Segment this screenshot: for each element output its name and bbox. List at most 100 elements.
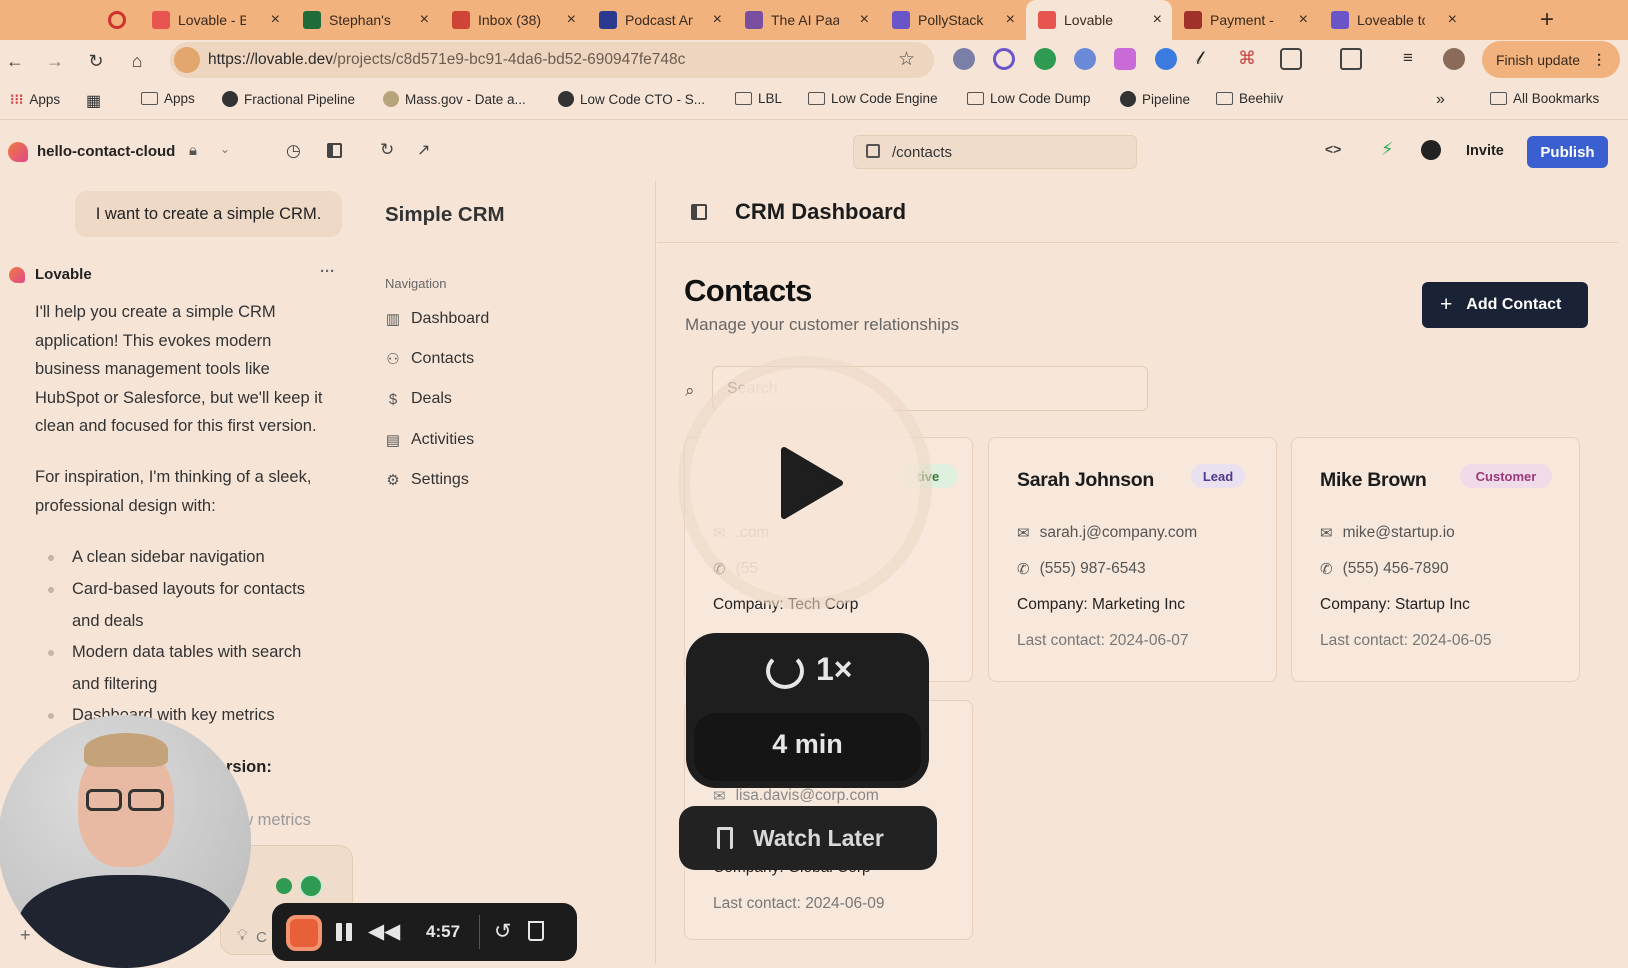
close-tab-icon[interactable]: ×	[567, 11, 576, 29]
tab-search-icon[interactable]	[1340, 48, 1362, 70]
person-shirt	[18, 875, 234, 968]
grammarly-icon[interactable]	[299, 874, 323, 898]
browser-tab[interactable]: Lovable ×	[1026, 0, 1172, 40]
nav-item-contacts[interactable]: ⚇ Contacts	[385, 350, 474, 368]
preview-path-input[interactable]: /contacts	[853, 135, 1137, 169]
sidebar-toggle-icon[interactable]	[691, 204, 707, 220]
new-tab-icon[interactable]: +	[1540, 6, 1554, 34]
nav-item-deals[interactable]: $ Deals	[385, 390, 452, 408]
bookmark-label: Pipeline	[1142, 91, 1191, 107]
close-tab-icon[interactable]: ×	[713, 11, 722, 29]
rewind-icon[interactable]: ◀◀	[368, 919, 400, 944]
more-bookmarks-icon[interactable]: »	[1436, 91, 1445, 109]
extension-icon[interactable]: ⌘	[1238, 48, 1260, 70]
github-icon[interactable]	[1421, 140, 1441, 160]
extension-icon[interactable]	[953, 48, 975, 70]
play-icon[interactable]	[780, 446, 844, 520]
delete-icon[interactable]	[528, 921, 544, 941]
extension-icon[interactable]	[993, 48, 1015, 70]
site-info-icon[interactable]	[174, 47, 200, 73]
assistant-paragraph: For inspiration, I'm thinking of a sleek…	[35, 463, 345, 520]
finish-update-button[interactable]: Finish update ⋮	[1482, 41, 1620, 78]
text-line: business management tools like	[35, 360, 270, 378]
project-name[interactable]: hello-contact-cloud	[37, 143, 175, 160]
nav-item-settings[interactable]: ⚙ Settings	[385, 471, 469, 489]
play-overlay[interactable]	[690, 368, 920, 598]
watch-later-button[interactable]: Watch Later	[679, 806, 937, 870]
browser-tab[interactable]: Podcast An ×	[587, 0, 732, 40]
bookmark-link[interactable]: Mass.gov - Date a...	[383, 91, 526, 107]
forward-icon[interactable]: →	[44, 50, 66, 72]
chevron-down-icon[interactable]: ⌄	[220, 142, 230, 156]
bookmark-folder[interactable]: Low Code Dump	[967, 91, 1091, 106]
bookmark-link[interactable]: Pipeline	[1120, 91, 1190, 107]
speed-panel[interactable]: 1× 4 min	[686, 633, 929, 788]
address-bar[interactable]: https://lovable.dev/projects/c8d571e9-bc…	[170, 42, 934, 78]
browser-tab[interactable]: The AI Paa ×	[733, 0, 879, 40]
browser-tab[interactable]: PollyStack ×	[880, 0, 1025, 40]
add-icon[interactable]	[276, 878, 292, 894]
back-icon[interactable]: ←	[4, 50, 26, 72]
all-bookmarks[interactable]: All Bookmarks	[1490, 91, 1599, 106]
bookmark-star-icon[interactable]: ☆	[898, 48, 915, 71]
text-line: I'll help you create a simple CRM	[35, 303, 276, 321]
open-external-icon[interactable]: ↗	[417, 140, 430, 160]
url-text[interactable]: https://lovable.dev/projects/c8d571e9-bc…	[208, 51, 685, 69]
supabase-icon[interactable]: ⚡︎	[1381, 139, 1394, 160]
refresh-preview-icon[interactable]: ↻	[380, 140, 394, 160]
bookmark-folder[interactable]: LBL	[735, 91, 782, 106]
close-tab-icon[interactable]: ×	[271, 11, 280, 29]
lovable-avatar-icon	[9, 267, 25, 283]
tab-label: Lovable - B	[178, 12, 246, 28]
bookmark-link[interactable]: Low Code CTO - S...	[558, 91, 705, 107]
contact-card[interactable]: Mike Brown Customer ✉ mike@startup.io ✆ (555)…	[1291, 437, 1580, 682]
toggle-sidebar-icon[interactable]	[327, 143, 342, 158]
extensions-puzzle-icon[interactable]	[1280, 48, 1302, 70]
message-more-button[interactable]: ···	[320, 263, 335, 280]
profile-avatar[interactable]	[1443, 48, 1465, 70]
close-tab-icon[interactable]: ×	[1153, 11, 1162, 29]
browser-tab[interactable]: Stephan's ×	[291, 0, 439, 40]
pause-icon[interactable]	[346, 923, 352, 941]
bookmark-folder[interactable]: Beehiiv	[1216, 91, 1283, 106]
calendar-icon: ▤	[385, 432, 401, 449]
close-tab-icon[interactable]: ×	[1299, 11, 1308, 29]
browser-tab[interactable]: Lovable - B ×	[140, 0, 290, 40]
pause-icon[interactable]	[336, 923, 342, 941]
bookmark-link[interactable]: Fractional Pipeline	[222, 91, 355, 107]
browser-tab[interactable]: Loveable tc ×	[1319, 0, 1467, 40]
add-contact-button[interactable]: + Add Contact	[1422, 282, 1588, 328]
nav-item-dashboard[interactable]: ▥ Dashboard	[385, 310, 489, 328]
bullet-dot	[48, 650, 54, 656]
code-icon[interactable]: <>	[1325, 141, 1341, 157]
close-tab-icon[interactable]: ×	[860, 11, 869, 29]
stop-recording-button[interactable]	[286, 915, 322, 951]
webcam-bubble[interactable]	[0, 715, 251, 968]
restart-icon[interactable]: ↺	[494, 919, 512, 944]
speed-label[interactable]: 1×	[816, 651, 852, 688]
extension-icon[interactable]: 𝓁	[1196, 48, 1218, 70]
invite-button[interactable]: Invite	[1466, 143, 1504, 159]
reload-icon[interactable]: ↻	[85, 50, 107, 72]
grammarly-icon[interactable]	[1034, 48, 1056, 70]
close-tab-icon[interactable]: ×	[1006, 11, 1015, 29]
tab-label: Podcast An	[625, 12, 693, 28]
close-tab-icon[interactable]: ×	[1448, 11, 1457, 29]
media-queue-icon[interactable]: ≡	[1403, 48, 1425, 70]
home-icon[interactable]: ⌂	[126, 50, 148, 72]
publish-button[interactable]: Publish	[1527, 136, 1608, 168]
bookmark-apps[interactable]: ⁝⁝⁝ Apps	[10, 91, 60, 108]
extension-icon[interactable]	[1155, 48, 1177, 70]
browser-tab[interactable]: Inbox (38) ×	[440, 0, 586, 40]
close-tab-icon[interactable]: ×	[420, 11, 429, 29]
tab-label: Stephan's	[329, 12, 391, 28]
contact-card[interactable]: Sarah Johnson Lead ✉ sarah.j@company.com ✆ (5…	[988, 437, 1277, 682]
nav-item-activities[interactable]: ▤ Activities	[385, 431, 474, 449]
bookmark-folder[interactable]: Low Code Engine	[808, 91, 938, 106]
bookmark-folder[interactable]: Apps	[141, 91, 195, 106]
extension-icon[interactable]	[1114, 48, 1136, 70]
history-icon[interactable]: ◷	[286, 141, 301, 161]
bookmark-apps-folder[interactable]: ▦	[86, 91, 101, 111]
browser-tab[interactable]: Payment - ×	[1172, 0, 1318, 40]
extension-icon[interactable]	[1074, 48, 1096, 70]
